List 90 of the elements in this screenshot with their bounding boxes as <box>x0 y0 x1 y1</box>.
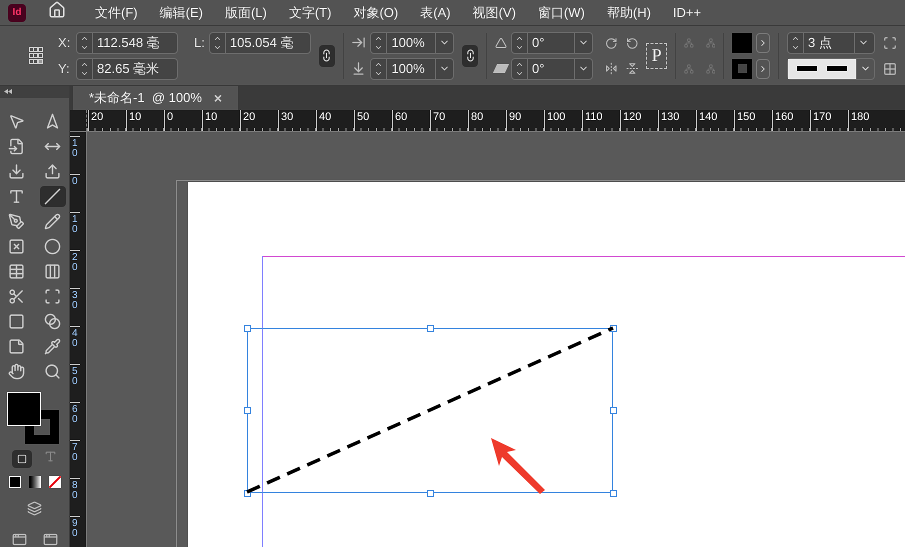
ruler-label: 50 <box>354 110 370 131</box>
formatting-container-button[interactable] <box>12 450 32 468</box>
screen-mode-icon[interactable] <box>12 532 26 547</box>
menu-item[interactable]: ID++ <box>662 2 712 22</box>
ruler-label: 30 <box>278 110 294 131</box>
frame-fitting-icon[interactable] <box>882 36 897 50</box>
selection-handle[interactable] <box>427 490 434 497</box>
ruler-label: 10 <box>126 110 142 131</box>
square-icon <box>17 454 27 464</box>
menu-item[interactable]: 文字(T) <box>278 2 342 22</box>
ruler-label: 120 <box>620 110 642 131</box>
y-label: Y: <box>58 60 71 78</box>
shear-field[interactable]: 0° <box>511 58 593 80</box>
ruler-label: 80 <box>70 478 80 501</box>
shear-icon[interactable] <box>492 64 510 73</box>
scale-y-icon[interactable] <box>351 61 366 76</box>
line-tool-icon[interactable] <box>40 186 66 207</box>
x-field[interactable]: 112.548 毫 <box>76 32 178 54</box>
ruler-label: 40 <box>70 326 80 349</box>
selection-handle[interactable] <box>610 407 617 414</box>
menu-item[interactable]: 编辑(E) <box>148 2 214 22</box>
scale-x-icon[interactable] <box>351 35 366 50</box>
fill-swatch[interactable] <box>732 32 752 52</box>
checker-grid-icon[interactable] <box>882 62 897 76</box>
ruler-label: 70 <box>70 440 80 463</box>
scale-y-field[interactable]: 100% <box>370 58 454 80</box>
length-field[interactable]: 105.054 毫 <box>208 32 311 54</box>
ruler-label: 10 <box>202 110 218 131</box>
menu-item[interactable]: 表(A) <box>409 2 462 22</box>
ruler-label: 40 <box>316 110 332 131</box>
app-logo: Id <box>8 4 26 22</box>
apply-color-button[interactable] <box>8 476 20 488</box>
reference-point-p-button[interactable]: P <box>646 42 668 68</box>
ruler-label: 10 <box>70 212 80 235</box>
ruler-label: 30 <box>70 288 80 311</box>
ruler-label: 60 <box>392 110 408 131</box>
constrain-link-button[interactable] <box>462 44 478 66</box>
apply-none-button[interactable] <box>48 476 60 488</box>
ruler-label: 20 <box>240 110 256 131</box>
fill-color-swatch[interactable] <box>6 392 40 426</box>
ruler-label: 90 <box>506 110 522 131</box>
rotation-field[interactable]: 0° <box>511 32 593 54</box>
ruler-label: 50 <box>70 364 80 387</box>
ruler-label: 180 <box>848 110 870 131</box>
ruler-label: 170 <box>810 110 832 131</box>
selection-handle[interactable] <box>427 325 434 332</box>
ruler-label: 20 <box>70 250 80 273</box>
ruler-label: 110 <box>582 110 603 131</box>
document-tab[interactable]: *未命名-1 @ 100% × <box>73 86 238 110</box>
selection-handle[interactable] <box>244 407 251 414</box>
document-title: *未命名-1 @ 100% <box>89 89 202 108</box>
stroke-weight-field[interactable]: 3 点 <box>786 32 875 54</box>
menu-item[interactable]: 版面(L) <box>214 2 278 22</box>
selection-handle[interactable] <box>610 490 617 497</box>
y-field[interactable]: 82.65 毫米 <box>76 58 178 80</box>
home-icon[interactable] <box>48 0 66 19</box>
ruler-label: 90 <box>70 516 80 539</box>
tab-close-button[interactable]: × <box>214 88 222 108</box>
ruler-label: 20 <box>88 110 104 131</box>
ruler-label: 150 <box>734 110 756 131</box>
scale-x-field[interactable]: 100% <box>370 32 454 54</box>
ruler-label: 160 <box>772 110 794 131</box>
ruler-label: 0 <box>164 110 174 131</box>
ruler-label: 10 <box>70 136 80 159</box>
ruler-label: 100 <box>544 110 566 131</box>
angle-icon[interactable] <box>495 36 507 48</box>
collapse-icon[interactable] <box>4 89 12 94</box>
menu-item[interactable]: 对象(O) <box>342 2 410 22</box>
view-mode-icon[interactable] <box>27 501 42 516</box>
x-label: X: <box>58 34 72 52</box>
presentation-mode-icon[interactable] <box>42 532 58 547</box>
menu-item[interactable]: 文件(F) <box>84 2 149 22</box>
menu-item[interactable]: 视图(V) <box>462 2 527 22</box>
reference-point-icon[interactable] <box>28 47 42 64</box>
length-label: L: <box>194 34 205 52</box>
selection-handle[interactable] <box>244 325 251 332</box>
menu-item[interactable]: 窗口(W) <box>526 2 596 22</box>
ruler-label: 130 <box>658 110 680 131</box>
arrow-annotation <box>491 438 545 494</box>
stroke-type-dropdown[interactable] <box>786 58 875 80</box>
ruler-label: 60 <box>70 402 80 425</box>
ruler-label: 80 <box>468 110 484 131</box>
ruler-label: 0 <box>70 174 80 187</box>
constrain-link-button[interactable] <box>318 44 335 66</box>
stroke-swatch[interactable] <box>732 58 752 78</box>
menu-item[interactable]: 帮助(H) <box>596 2 662 22</box>
ruler-label: 140 <box>696 110 718 131</box>
ruler-label: 70 <box>430 110 446 131</box>
dashed-stroke-icon <box>788 58 856 78</box>
apply-gradient-button[interactable] <box>28 476 40 488</box>
